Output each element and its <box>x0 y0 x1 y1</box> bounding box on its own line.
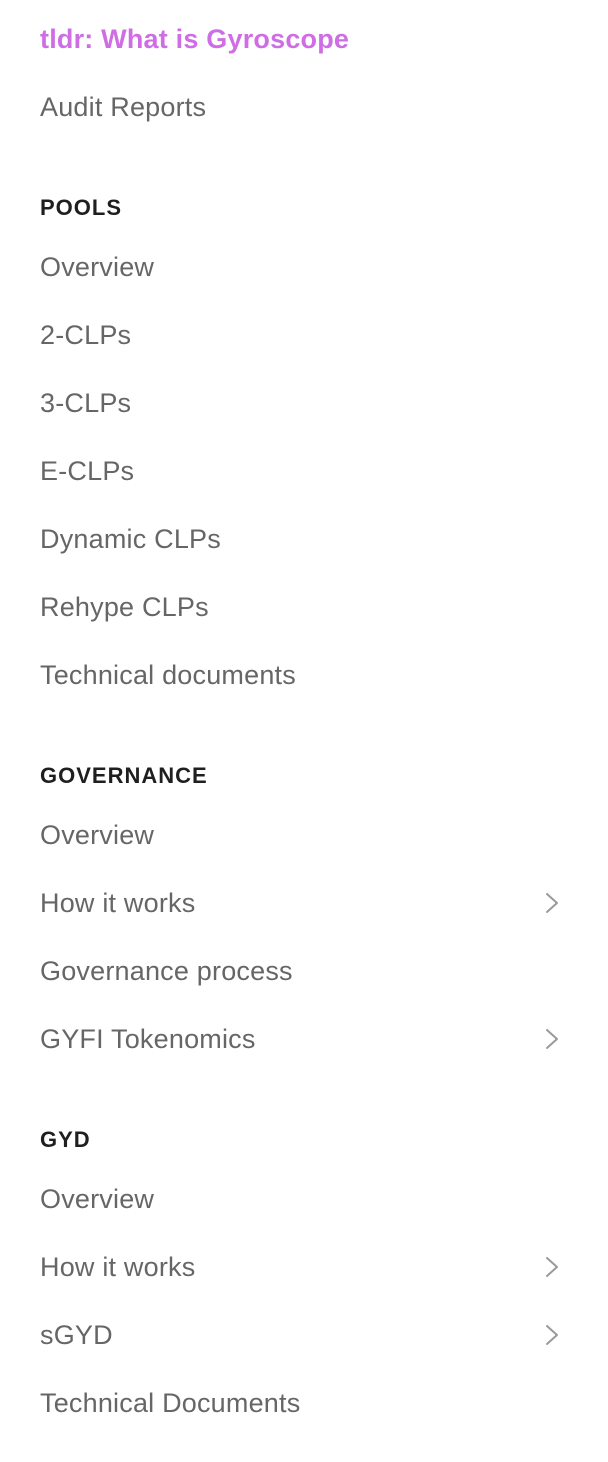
nav-item-label: Overview <box>40 819 155 850</box>
nav-item-dynamic-clps[interactable]: Dynamic CLPs <box>40 517 568 561</box>
nav-item-gyfi-tokenomics[interactable]: GYFI Tokenomics <box>40 1017 568 1061</box>
section-heading-governance: GOVERNANCE <box>40 763 208 788</box>
nav-item-label: tldr: What is Gyroscope <box>40 23 350 54</box>
nav-item-label: Rehype CLPs <box>40 591 209 622</box>
nav-item-governance-process[interactable]: Governance process <box>40 949 568 993</box>
nav-item-label: 2-CLPs <box>40 319 132 350</box>
chevron-right-icon[interactable] <box>540 1323 564 1347</box>
nav-item-e-clps[interactable]: E-CLPs <box>40 449 568 493</box>
nav-item-label: sGYD <box>40 1319 113 1350</box>
nav-item-3-clps[interactable]: 3-CLPs <box>40 381 568 425</box>
nav-item-label: E-CLPs <box>40 455 135 486</box>
nav-item-label: Technical Documents <box>40 1387 301 1418</box>
section-heading-pools: POOLS <box>40 195 123 220</box>
nav-item-tldr-what-is-gyroscope[interactable]: tldr: What is Gyroscope <box>40 17 568 61</box>
nav-item-pools-technical-documents[interactable]: Technical documents <box>40 653 568 697</box>
nav-item-sgyd[interactable]: sGYD <box>40 1313 568 1357</box>
nav-item-governance-overview[interactable]: Overview <box>40 813 568 857</box>
nav-item-label: How it works <box>40 1251 196 1282</box>
nav-item-pools-overview[interactable]: Overview <box>40 245 568 289</box>
section-heading-gyd: GYD <box>40 1127 91 1152</box>
nav-item-label: 3-CLPs <box>40 387 132 418</box>
nav-item-gyd-overview[interactable]: Overview <box>40 1177 568 1221</box>
nav-item-label: Governance process <box>40 955 293 986</box>
nav-item-label: Overview <box>40 1183 155 1214</box>
chevron-right-icon[interactable] <box>540 891 564 915</box>
chevron-right-icon[interactable] <box>540 1027 564 1051</box>
nav-item-governance-how-it-works[interactable]: How it works <box>40 881 568 925</box>
nav-item-label: GYFI Tokenomics <box>40 1023 256 1054</box>
nav-item-label: Dynamic CLPs <box>40 523 221 554</box>
nav-item-rehype-clps[interactable]: Rehype CLPs <box>40 585 568 629</box>
nav-item-label: Audit Reports <box>40 91 207 122</box>
nav-item-label: How it works <box>40 887 196 918</box>
chevron-right-icon[interactable] <box>540 1255 564 1279</box>
nav-item-gyd-technical-documents[interactable]: Technical Documents <box>40 1381 568 1425</box>
nav-item-label: Technical documents <box>40 659 296 690</box>
nav-item-gyd-how-it-works[interactable]: How it works <box>40 1245 568 1289</box>
nav-item-audit-reports[interactable]: Audit Reports <box>40 85 568 129</box>
nav-item-2-clps[interactable]: 2-CLPs <box>40 313 568 357</box>
docs-sidebar-nav: tldr: What is Gyroscope Audit Reports PO… <box>0 0 608 1462</box>
nav-item-label: Overview <box>40 251 155 282</box>
